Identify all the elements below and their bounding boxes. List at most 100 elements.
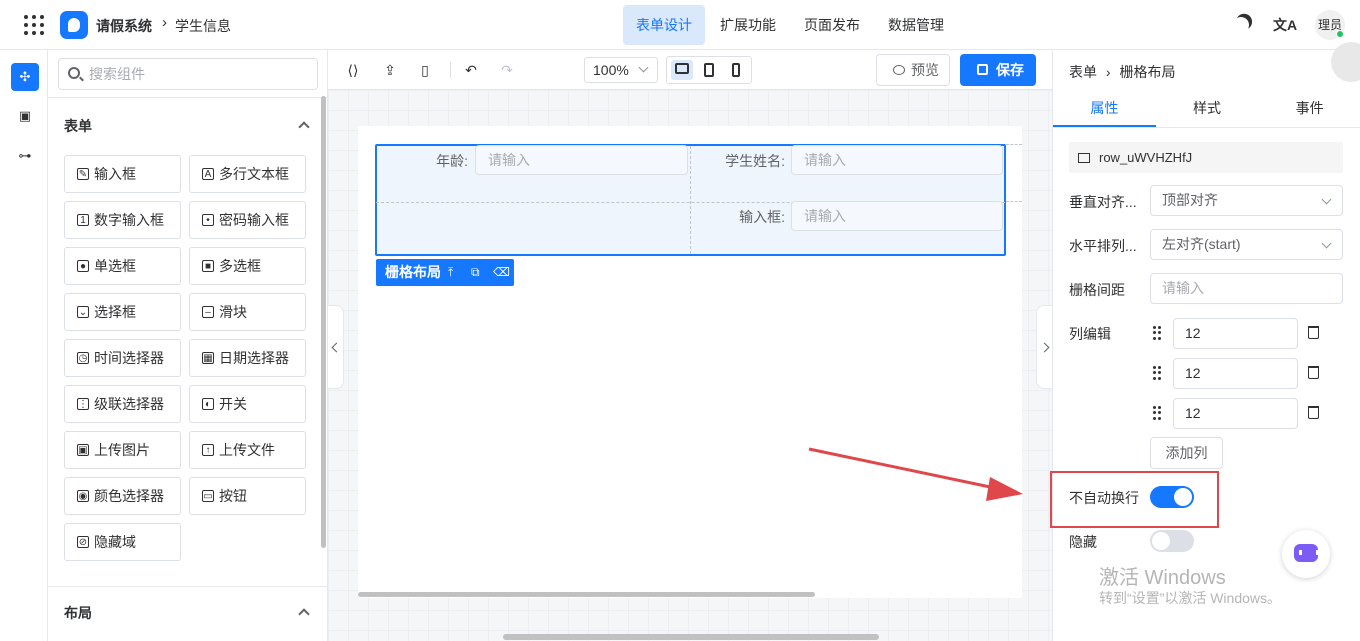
field-name-input[interactable]: 请输入	[791, 145, 1003, 175]
collapse-left-panel-button[interactable]	[328, 305, 344, 389]
column-span-input[interactable]: 12	[1173, 398, 1298, 429]
horizontal-align-label: 水平排列...	[1069, 238, 1137, 254]
component-item[interactable]: ✎ 输入框	[64, 155, 181, 193]
collapse-right-panel-button[interactable]	[1036, 305, 1052, 389]
gutter-label: 栅格间距	[1069, 282, 1125, 298]
textarea-icon: A	[202, 168, 214, 180]
field-input-input[interactable]: 请输入	[791, 201, 1003, 231]
zoom-select[interactable]: 100%	[584, 57, 658, 83]
trash-icon[interactable]	[1308, 406, 1319, 419]
select-icon: ⌄	[77, 306, 89, 318]
component-item-label: 按钮	[219, 488, 247, 504]
columns-label: 列编辑	[1069, 326, 1111, 342]
component-item[interactable]: 1 数字输入框	[64, 201, 181, 239]
trash-icon[interactable]: ▯	[416, 61, 434, 79]
preview-button[interactable]: 预览	[876, 54, 950, 86]
horizontal-align-select[interactable]: 左对齐(start)	[1150, 229, 1343, 260]
tab-styles[interactable]: 样式	[1156, 90, 1259, 127]
app-title: 请假系统	[96, 18, 152, 34]
tablet-icon[interactable]	[698, 60, 720, 80]
select-parent-icon[interactable]: ⤒	[448, 259, 453, 286]
section-title-form[interactable]: 表单	[64, 116, 92, 136]
component-item[interactable]: • 密码输入框	[189, 201, 306, 239]
vertical-align-select[interactable]: 顶部对齐	[1150, 185, 1343, 216]
trash-icon[interactable]	[1308, 326, 1319, 339]
button-icon: ▭	[202, 490, 214, 502]
component-item[interactable]: – 滑块	[189, 293, 306, 331]
column-span-input[interactable]: 12	[1173, 318, 1298, 349]
properties-tabs: 属性 样式 事件	[1053, 90, 1360, 128]
component-item[interactable]: ◉ 颜色选择器	[64, 477, 181, 515]
hidden-switch[interactable]	[1150, 530, 1194, 552]
avatar[interactable]: 理员	[1315, 10, 1345, 40]
tree-icon[interactable]: ⊶	[11, 142, 39, 170]
search-input[interactable]: 搜索组件	[58, 58, 318, 90]
component-item-label: 输入框	[94, 166, 136, 182]
save-button[interactable]: 保存	[960, 54, 1036, 86]
export-icon[interactable]: ⇪	[381, 61, 399, 79]
redo-icon[interactable]: ↷	[498, 61, 516, 79]
delete-icon[interactable]: ⌫	[493, 259, 510, 286]
component-item[interactable]: ◷ 时间选择器	[64, 339, 181, 377]
chevron-down-icon	[638, 62, 649, 73]
component-panel-scrollbar[interactable]	[321, 96, 326, 548]
page-horizontal-scrollbar[interactable]	[503, 634, 879, 640]
nav-data-management[interactable]: 数据管理	[875, 5, 957, 45]
online-status-dot	[1336, 30, 1344, 38]
app-logo	[60, 11, 88, 39]
puzzle-icon[interactable]: ✣	[11, 63, 39, 91]
component-item[interactable]: ▦ 日期选择器	[189, 339, 306, 377]
component-item[interactable]: ⌄ 选择框	[64, 293, 181, 331]
component-item[interactable]: ▣ 上传图片	[64, 431, 181, 469]
component-item[interactable]: ⊘ 隐藏域	[64, 523, 181, 561]
component-item[interactable]: ◐ 开关	[189, 385, 306, 423]
copy-icon[interactable]: ⧉	[471, 259, 480, 286]
component-item[interactable]: ↑ 上传文件	[189, 431, 306, 469]
code-icon[interactable]: ▣	[11, 102, 39, 130]
component-item[interactable]: A 多行文本框	[189, 155, 306, 193]
drag-handle-icon[interactable]	[1153, 326, 1161, 340]
component-item[interactable]: ■ 多选框	[189, 247, 306, 285]
add-column-button[interactable]: 添加列	[1150, 437, 1223, 469]
chatbot-button[interactable]	[1282, 530, 1330, 578]
chevron-up-icon[interactable]	[298, 121, 310, 133]
mobile-icon[interactable]	[725, 60, 747, 80]
nav-form-design[interactable]: 表单设计	[623, 5, 705, 45]
field-name-label: 学生姓名:	[725, 153, 785, 169]
dark-mode-icon[interactable]	[1231, 15, 1252, 36]
component-item-label: 上传图片	[94, 442, 150, 458]
fullscreen-icon[interactable]	[1331, 42, 1360, 82]
drag-handle-icon[interactable]	[1153, 406, 1161, 420]
breadcrumb-root[interactable]: 表单	[1069, 64, 1097, 80]
number-icon: 1	[77, 214, 89, 226]
component-item[interactable]: ▭ 按钮	[189, 477, 306, 515]
divider	[48, 97, 327, 98]
chevron-left-icon	[331, 342, 342, 353]
tab-properties[interactable]: 属性	[1053, 90, 1156, 127]
section-title-layout[interactable]: 布局	[64, 603, 92, 623]
canvas-horizontal-scrollbar[interactable]	[358, 592, 815, 597]
component-item[interactable]: ⋮ 级联选择器	[64, 385, 181, 423]
tab-events[interactable]: 事件	[1258, 90, 1360, 127]
component-item-label: 多选框	[219, 258, 261, 274]
apps-grid-icon[interactable]	[24, 15, 44, 35]
eye-icon	[893, 65, 905, 75]
column-span-input[interactable]: 12	[1173, 358, 1298, 389]
field-age-input[interactable]: 请输入	[475, 145, 688, 175]
nav-page-publish[interactable]: 页面发布	[791, 5, 873, 45]
code-view-icon[interactable]: ⟨⟩	[344, 61, 362, 79]
component-item-label: 数字输入框	[94, 212, 164, 228]
breadcrumb-current: 栅格布局	[1119, 64, 1176, 80]
chevron-up-icon[interactable]	[298, 608, 310, 620]
nav-extensions[interactable]: 扩展功能	[707, 5, 789, 45]
component-item-label: 单选框	[94, 258, 136, 274]
translate-icon[interactable]: 文A	[1273, 15, 1297, 35]
breadcrumb[interactable]: 学生信息	[175, 16, 231, 36]
undo-icon[interactable]: ↶	[462, 61, 480, 79]
desktop-icon[interactable]	[671, 60, 693, 80]
drag-handle-icon[interactable]	[1153, 366, 1161, 380]
gutter-input[interactable]: 请输入	[1150, 273, 1343, 304]
component-item[interactable]: ● 单选框	[64, 247, 181, 285]
component-item-label: 多行文本框	[219, 166, 289, 182]
trash-icon[interactable]	[1308, 366, 1319, 379]
